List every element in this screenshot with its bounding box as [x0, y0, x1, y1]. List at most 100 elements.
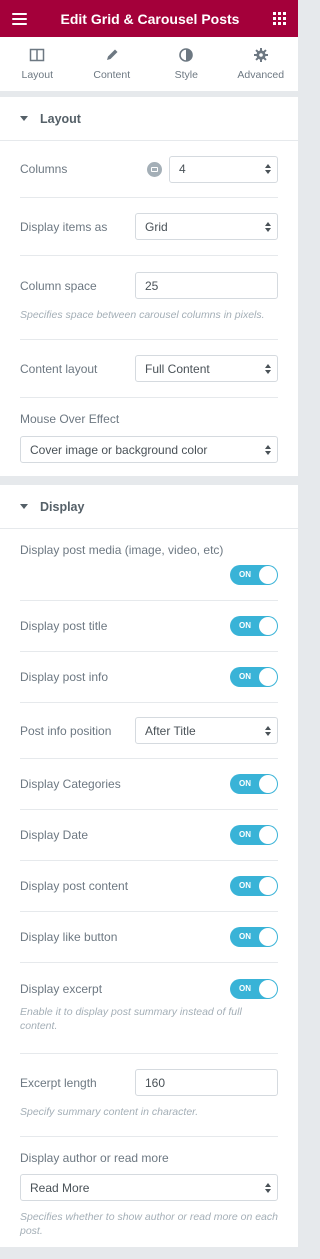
toggle-on-text: ON — [239, 570, 251, 579]
select-value: After Title — [145, 723, 196, 738]
date-toggle[interactable]: ON — [230, 825, 278, 845]
control-content-layout: Content layout Full Content — [20, 340, 278, 398]
toggle-on-text: ON — [239, 830, 251, 839]
select-value: Grid — [145, 219, 168, 234]
control-label: Content layout — [20, 361, 98, 376]
post-media-toggle[interactable]: ON — [230, 565, 278, 585]
select-value: Cover image or background color — [30, 442, 208, 457]
control-post-info: Display post info ON — [20, 652, 278, 703]
control-column-space: Column space 25 Specifies space between … — [20, 256, 278, 340]
select-arrows-icon — [265, 363, 271, 374]
display-items-select[interactable]: Grid — [135, 213, 278, 240]
control-label: Display post info — [20, 670, 109, 684]
post-info-position-select[interactable]: After Title — [135, 717, 278, 744]
tab-label: Layout — [21, 69, 54, 81]
section-gap — [0, 476, 298, 485]
control-categories: Display Categories ON — [20, 759, 278, 810]
section-header-display[interactable]: Display — [0, 485, 298, 529]
control-label: Display post media (image, video, etc) — [20, 543, 224, 557]
control-display-items-as: Display items as Grid — [20, 198, 278, 256]
toggle-knob — [259, 928, 277, 946]
section-title: Layout — [40, 111, 81, 126]
toggle-knob — [259, 668, 277, 686]
control-date: Display Date ON — [20, 810, 278, 861]
toggle-knob — [259, 617, 277, 635]
toggle-on-text: ON — [239, 881, 251, 890]
post-info-toggle[interactable]: ON — [230, 667, 278, 687]
layout-section-panel: Columns 4 Display items as Grid Column s… — [0, 141, 298, 476]
control-description: Specifies whether to show author or read… — [20, 1211, 278, 1237]
mouse-over-effect-select[interactable]: Cover image or background color — [20, 436, 278, 463]
control-label: Display like button — [20, 930, 118, 944]
control-post-content: Display post content ON — [20, 861, 278, 912]
control-author-or-read-more: Display author or read more Read More Sp… — [20, 1137, 278, 1247]
control-label: Display post title — [20, 619, 108, 633]
excerpt-length-input[interactable]: 160 — [135, 1069, 278, 1096]
control-description: Specify summary content in character. — [20, 1106, 199, 1118]
select-arrows-icon — [265, 725, 271, 736]
control-label: Display items as — [20, 219, 108, 234]
control-description: Enable it to display post summary instea… — [20, 1006, 242, 1032]
post-content-toggle[interactable]: ON — [230, 876, 278, 896]
tab-advanced[interactable]: Advanced — [223, 37, 298, 91]
pencil-icon — [106, 49, 118, 60]
control-post-media: Display post media (image, video, etc) O… — [20, 529, 278, 601]
grid-icon[interactable] — [273, 12, 286, 25]
tab-label: Style — [174, 69, 198, 81]
half-circle-icon — [179, 48, 194, 62]
toggle-on-text: ON — [239, 672, 251, 681]
toggle-knob — [259, 775, 277, 793]
section-title: Display — [40, 499, 85, 514]
toggle-on-text: ON — [239, 779, 251, 788]
section-header-layout[interactable]: Layout — [0, 97, 298, 141]
toggle-knob — [259, 826, 277, 844]
control-excerpt-length: Excerpt length 160 Specify summary conte… — [20, 1054, 278, 1137]
panel-tabs: Layout Content Style Advanced — [0, 37, 298, 92]
select-value: Read More — [30, 1180, 90, 1195]
tab-style[interactable]: Style — [149, 37, 224, 91]
panel-title: Edit Grid & Carousel Posts — [60, 10, 240, 27]
select-arrows-icon — [265, 164, 271, 174]
tab-label: Advanced — [237, 69, 285, 81]
columns-select[interactable]: 4 — [169, 155, 278, 183]
control-label: Post info position — [20, 723, 112, 738]
author-read-more-select[interactable]: Read More — [20, 1174, 278, 1201]
select-value: 4 — [179, 162, 186, 176]
select-arrows-icon — [265, 1182, 271, 1193]
control-post-title: Display post title ON — [20, 601, 278, 652]
control-label: Column space — [20, 278, 97, 293]
columns-icon — [30, 48, 45, 62]
toggle-on-text: ON — [239, 621, 251, 630]
tab-content[interactable]: Content — [74, 37, 149, 91]
column-space-input[interactable]: 25 — [135, 272, 278, 299]
control-label: Display post content — [20, 879, 129, 893]
caret-down-icon — [20, 504, 28, 509]
tab-layout[interactable]: Layout — [0, 37, 75, 91]
toggle-knob — [259, 566, 277, 584]
categories-toggle[interactable]: ON — [230, 774, 278, 794]
tab-label: Content — [93, 69, 131, 81]
control-label: Display Categories — [20, 777, 121, 791]
control-columns: Columns 4 — [20, 141, 278, 198]
excerpt-toggle[interactable]: ON — [230, 979, 278, 999]
display-section-panel: Display post media (image, video, etc) O… — [0, 529, 298, 1247]
post-title-toggle[interactable]: ON — [230, 616, 278, 636]
toggle-on-text: ON — [239, 932, 251, 941]
desktop-icon[interactable] — [147, 161, 162, 177]
control-label: Display Date — [20, 828, 89, 842]
control-label: Mouse Over Effect — [20, 412, 120, 426]
control-label: Excerpt length — [20, 1075, 97, 1090]
content-layout-select[interactable]: Full Content — [135, 355, 278, 382]
editor-header: Edit Grid & Carousel Posts — [0, 0, 298, 37]
caret-down-icon — [20, 116, 28, 121]
control-label: Columns — [20, 162, 68, 176]
control-like-button: Display like button ON — [20, 912, 278, 963]
select-arrows-icon — [265, 221, 271, 232]
select-arrows-icon — [265, 444, 271, 455]
control-label: Display author or read more — [20, 1151, 169, 1165]
like-button-toggle[interactable]: ON — [230, 927, 278, 947]
toggle-knob — [259, 980, 277, 998]
hamburger-icon[interactable] — [12, 12, 27, 25]
control-post-info-position: Post info position After Title — [20, 703, 278, 759]
control-description: Specifies space between carousel columns… — [20, 309, 265, 321]
